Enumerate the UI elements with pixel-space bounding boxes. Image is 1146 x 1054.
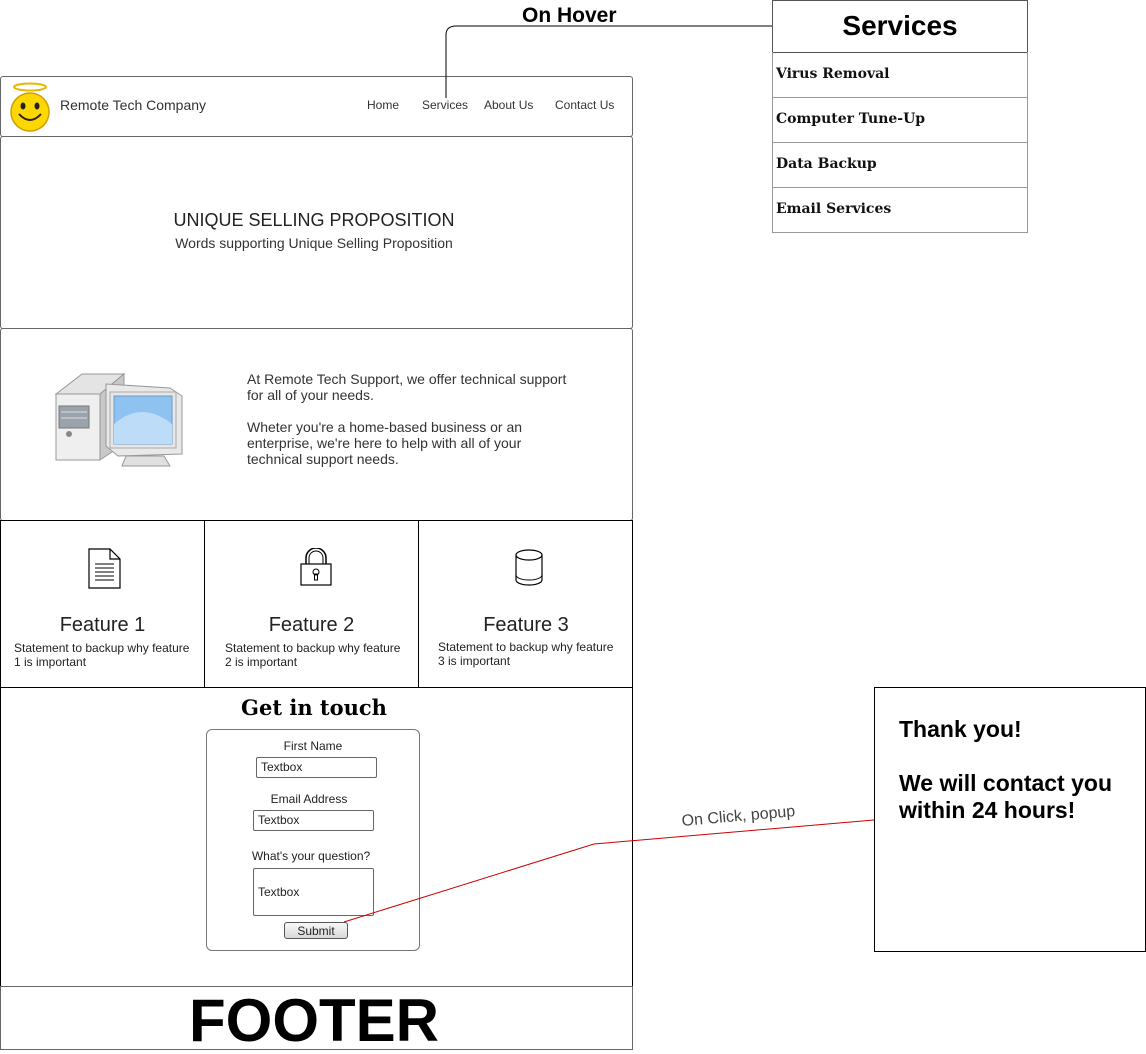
popup-line: We will contact you within 24 hours! [899,770,1112,823]
services-menu-title: Services [772,0,1028,53]
click-connector [343,819,875,923]
thank-you-popup: Thank you! We will contact you within 24… [874,687,1146,952]
services-item-data-backup[interactable]: Data Backup [772,142,1028,188]
on-hover-annotation: On Hover [522,4,617,27]
hover-connector [445,25,772,98]
popup-line: Thank you! [899,716,1022,742]
services-item-virus-removal[interactable]: Virus Removal [772,52,1028,98]
services-item-email-services[interactable]: Email Services [772,187,1028,233]
services-item-computer-tune-up[interactable]: Computer Tune-Up [772,97,1028,143]
